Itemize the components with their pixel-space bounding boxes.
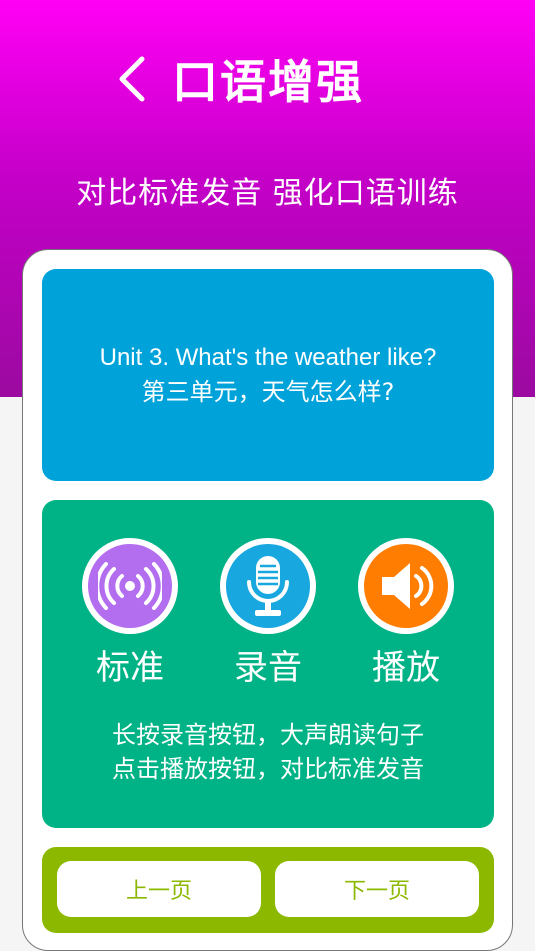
header: 口语增强 xyxy=(0,40,535,120)
page-subtitle: 对比标准发音 强化口语训练 xyxy=(76,176,459,211)
standard-label: 标准 xyxy=(96,648,164,688)
record-circle xyxy=(220,538,316,634)
record-inner xyxy=(226,544,310,628)
instruction-line-2: 点击播放按钮，对比标准发音 xyxy=(112,755,424,783)
play-circle xyxy=(358,538,454,634)
sentence-panel: Unit 3. What's the weather like? 第三单元，天气… xyxy=(42,269,494,481)
back-button[interactable] xyxy=(110,54,154,104)
record-button[interactable]: 录音 xyxy=(220,538,316,688)
page-title: 口语增强 xyxy=(172,55,364,109)
speaker-icon xyxy=(382,563,434,609)
standard-circle xyxy=(82,538,178,634)
main-card: Unit 3. What's the weather like? 第三单元，天气… xyxy=(22,249,513,951)
sentence-chinese: 第三单元，天气怎么样? xyxy=(141,378,395,406)
instruction-line-1: 长按录音按钮，大声朗读句子 xyxy=(112,721,424,749)
play-label: 播放 xyxy=(372,648,440,688)
page-navigation: 上一页 下一页 xyxy=(42,847,494,933)
sentence-english: Unit 3. What's the weather like? xyxy=(99,344,437,371)
broadcast-icon xyxy=(98,562,162,610)
play-button[interactable]: 播放 xyxy=(358,538,454,688)
prev-page-button[interactable]: 上一页 xyxy=(57,861,261,917)
record-label: 录音 xyxy=(234,648,302,688)
chevron-left-icon xyxy=(119,56,145,102)
play-inner xyxy=(364,544,448,628)
next-page-button[interactable]: 下一页 xyxy=(275,861,479,917)
instruction-text: 长按录音按钮，大声朗读句子 点击播放按钮，对比标准发音 xyxy=(42,718,494,786)
microphone-icon xyxy=(247,556,289,616)
standard-button[interactable]: 标准 xyxy=(82,538,178,688)
standard-inner xyxy=(88,544,172,628)
control-panel: 标准 录音 播放 长按录音按钮，大声朗读句子 点击播放按钮，对比标准发音 xyxy=(42,500,494,828)
